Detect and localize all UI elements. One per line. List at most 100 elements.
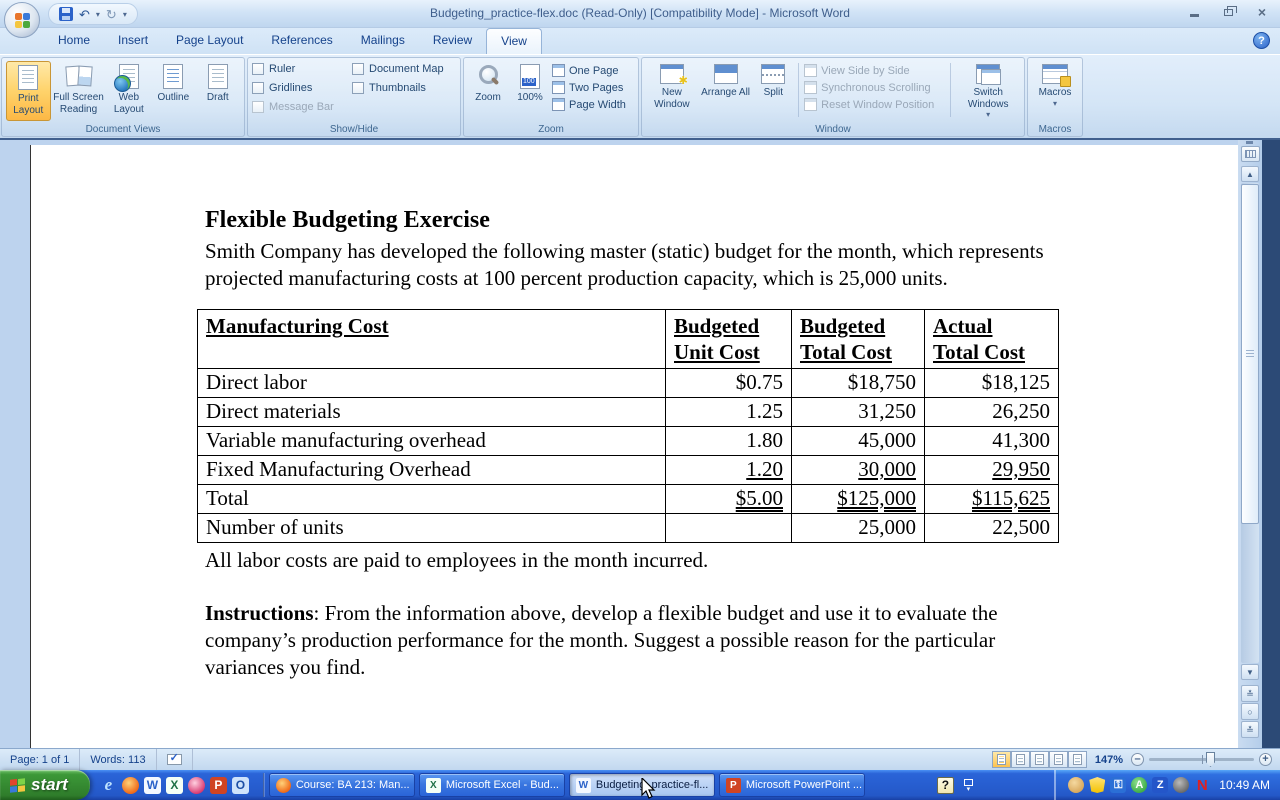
zoom-button[interactable]: Zoom — [468, 61, 508, 111]
start-label: start — [31, 775, 68, 795]
magnifier-icon — [476, 64, 500, 89]
zoom-slider-track[interactable] — [1149, 758, 1254, 761]
zoom-level[interactable]: 147% — [1095, 754, 1123, 766]
thumbnails-checkbox[interactable]: Thumbnails — [352, 82, 452, 94]
tab-insert[interactable]: Insert — [104, 28, 162, 54]
status-web-layout-button[interactable] — [1030, 751, 1049, 768]
select-browse-object-button[interactable]: ○ — [1241, 703, 1259, 720]
close-button[interactable]: × — [1252, 5, 1272, 19]
taskbar-button-excel[interactable]: X Microsoft Excel - Bud... — [419, 773, 565, 797]
tab-mailings[interactable]: Mailings — [347, 28, 419, 54]
zoom-in-button[interactable]: + — [1259, 753, 1272, 766]
split-handle[interactable] — [1246, 141, 1253, 144]
zoom-100-button[interactable]: 100% — [510, 61, 550, 111]
scroll-down-button[interactable]: ▼ — [1241, 664, 1259, 680]
zoom-slider-thumb[interactable] — [1206, 752, 1215, 767]
tab-review[interactable]: Review — [419, 28, 486, 54]
document-heading: Flexible Budgeting Exercise — [205, 207, 1238, 234]
powerpoint-quicklaunch-icon[interactable]: P — [210, 777, 227, 794]
vertical-scrollbar[interactable]: ▲ ▼ ≛ ○ ≛ — [1238, 140, 1262, 748]
gridlines-checkbox[interactable]: Gridlines — [252, 82, 348, 94]
switch-windows-button[interactable]: Switch Windows ▾ — [956, 61, 1020, 119]
one-page-button[interactable]: One Page — [552, 64, 626, 77]
split-button[interactable]: Split — [753, 61, 793, 119]
word-quicklaunch-icon[interactable]: W — [144, 777, 161, 794]
taskbar-button-powerpoint[interactable]: P Microsoft PowerPoint ... — [719, 773, 865, 797]
reset-window-position-button: Reset Window Position — [804, 98, 945, 111]
web-layout-button[interactable]: Web Layout — [107, 61, 151, 121]
new-window-button[interactable]: New Window — [646, 61, 698, 119]
zoom-100-label: 100% — [517, 92, 543, 104]
scroll-up-button[interactable]: ▲ — [1241, 166, 1259, 182]
key-tray-icon[interactable]: ⚿ — [1110, 777, 1126, 793]
zoom-label: Zoom — [475, 92, 501, 104]
page-width-button[interactable]: Page Width — [552, 98, 626, 111]
z-tray-icon[interactable]: Z — [1152, 777, 1168, 793]
split-label: Split — [764, 87, 783, 99]
help-icon[interactable]: ? — [1253, 32, 1270, 49]
start-button[interactable]: start — [0, 770, 90, 800]
group-zoom: Zoom 100% One Page Two Pages Page Width … — [463, 57, 639, 137]
security-shield-tray-icon[interactable] — [1089, 777, 1105, 793]
print-layout-button[interactable]: Print Layout — [6, 61, 51, 121]
full-screen-reading-button[interactable]: Full Screen Reading — [51, 61, 107, 121]
arrange-all-icon — [714, 64, 738, 84]
quick-launch-bar: e W X P O — [90, 777, 259, 794]
hidden-icons-toggle[interactable]: ▾ — [964, 779, 973, 792]
next-page-button[interactable]: ≛ — [1241, 721, 1259, 738]
header-manufacturing-cost: Manufacturing Cost — [198, 310, 666, 369]
clock[interactable]: 10:49 AM — [1219, 778, 1270, 792]
group-label-macros: Macros — [1028, 124, 1082, 135]
scrollbar-thumb[interactable] — [1241, 184, 1259, 524]
minimize-button[interactable] — [1184, 5, 1204, 19]
status-print-layout-button[interactable] — [992, 751, 1011, 768]
page-count-status[interactable]: Page: 1 of 1 — [0, 749, 80, 770]
synchronous-scrolling-icon — [804, 81, 817, 94]
one-page-label: One Page — [569, 65, 619, 77]
tab-home[interactable]: Home — [44, 28, 104, 54]
taskbar-button-browser[interactable]: Course: BA 213: Man... — [269, 773, 415, 797]
keys-icon[interactable] — [188, 777, 205, 794]
antivirus-tray-icon[interactable]: A — [1131, 777, 1147, 793]
restore-button[interactable] — [1218, 5, 1238, 19]
outline-label: Outline — [157, 92, 189, 104]
internet-explorer-icon[interactable]: e — [100, 777, 117, 794]
volume-tray-icon[interactable] — [1173, 777, 1189, 793]
status-outline-button[interactable] — [1049, 751, 1068, 768]
firefox-icon[interactable] — [122, 777, 139, 794]
two-pages-button[interactable]: Two Pages — [552, 81, 626, 94]
new-window-label: New Window — [646, 87, 698, 110]
tab-page-layout[interactable]: Page Layout — [162, 28, 257, 54]
switch-windows-icon — [976, 64, 1000, 84]
tab-references[interactable]: References — [257, 28, 346, 54]
outlook-quicklaunch-icon[interactable]: O — [232, 777, 249, 794]
taskbar-button-label: Microsoft Excel - Bud... — [446, 779, 559, 791]
status-full-screen-button[interactable] — [1011, 751, 1030, 768]
messenger-tray-icon[interactable] — [1068, 777, 1084, 793]
full-screen-reading-icon — [66, 64, 92, 89]
document-map-checkbox[interactable]: Document Map — [352, 63, 452, 75]
word-count-status[interactable]: Words: 113 — [80, 749, 156, 770]
instructions-text: : From the information above, develop a … — [205, 601, 998, 679]
zoom-out-button[interactable]: – — [1131, 753, 1144, 766]
macros-button[interactable]: Macros ▾ — [1032, 61, 1078, 108]
taskbar-help-icon[interactable]: ? — [937, 777, 954, 794]
one-page-icon — [552, 64, 565, 77]
ruler-checkbox[interactable]: Ruler — [252, 63, 348, 75]
arrange-all-button[interactable]: Arrange All — [700, 61, 752, 119]
office-button[interactable] — [4, 2, 40, 38]
outline-button[interactable]: Outline — [151, 61, 195, 121]
status-draft-button[interactable] — [1068, 751, 1087, 768]
message-bar-label: Message Bar — [269, 101, 334, 113]
windows-flag-icon — [10, 778, 25, 793]
group-window: New Window Arrange All Split View Side b… — [641, 57, 1025, 137]
draft-button[interactable]: Draft — [196, 61, 240, 121]
page-width-icon — [552, 98, 565, 111]
ruler-toggle-button[interactable] — [1241, 146, 1260, 162]
excel-quicklaunch-icon[interactable]: X — [166, 777, 183, 794]
tab-view[interactable]: View — [486, 28, 542, 54]
proofing-status[interactable] — [157, 749, 193, 770]
previous-page-button[interactable]: ≛ — [1241, 685, 1259, 702]
document-page[interactable]: Flexible Budgeting Exercise Smith Compan… — [30, 145, 1238, 748]
norton-tray-icon[interactable]: N — [1194, 777, 1210, 793]
